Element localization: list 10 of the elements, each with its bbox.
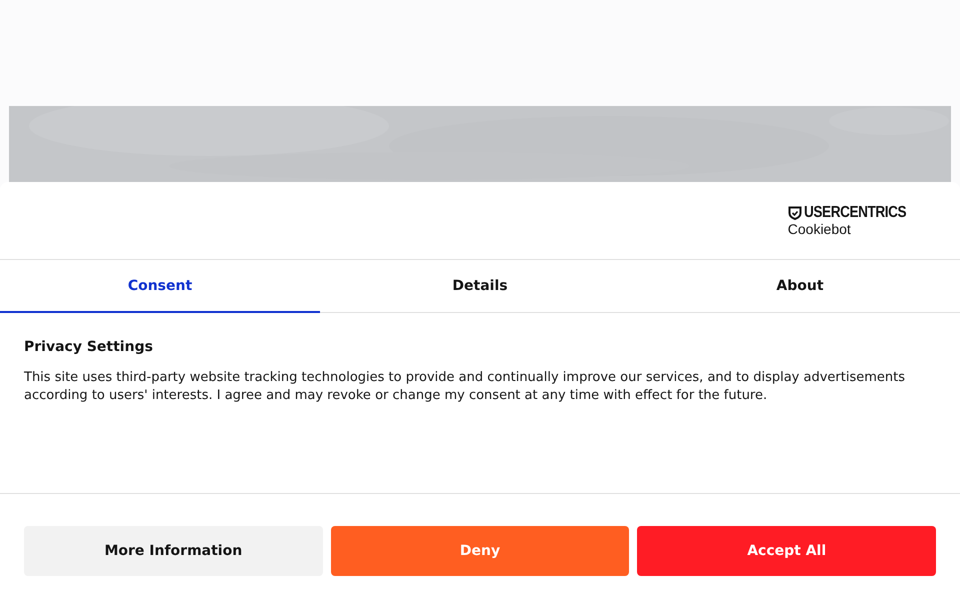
- brand-name: USERCENTRICS: [804, 204, 906, 222]
- brand-product: Cookiebot: [788, 221, 852, 237]
- tab[interactable]: Details: [320, 260, 640, 313]
- tab[interactable]: Consent: [0, 260, 320, 313]
- info-button[interactable]: More Information: [24, 526, 323, 576]
- shield-icon: [788, 206, 802, 220]
- accept-button[interactable]: Accept All: [637, 526, 936, 576]
- consent-text: This site uses third-party website tracking technologies to provide and continually improve our services, and to display advertisements according to users' interests. I agree and may revoke or change my consent at any time with effect for the future.: [24, 369, 906, 405]
- tab[interactable]: About: [640, 260, 960, 313]
- section-title: Privacy Settings: [24, 339, 154, 355]
